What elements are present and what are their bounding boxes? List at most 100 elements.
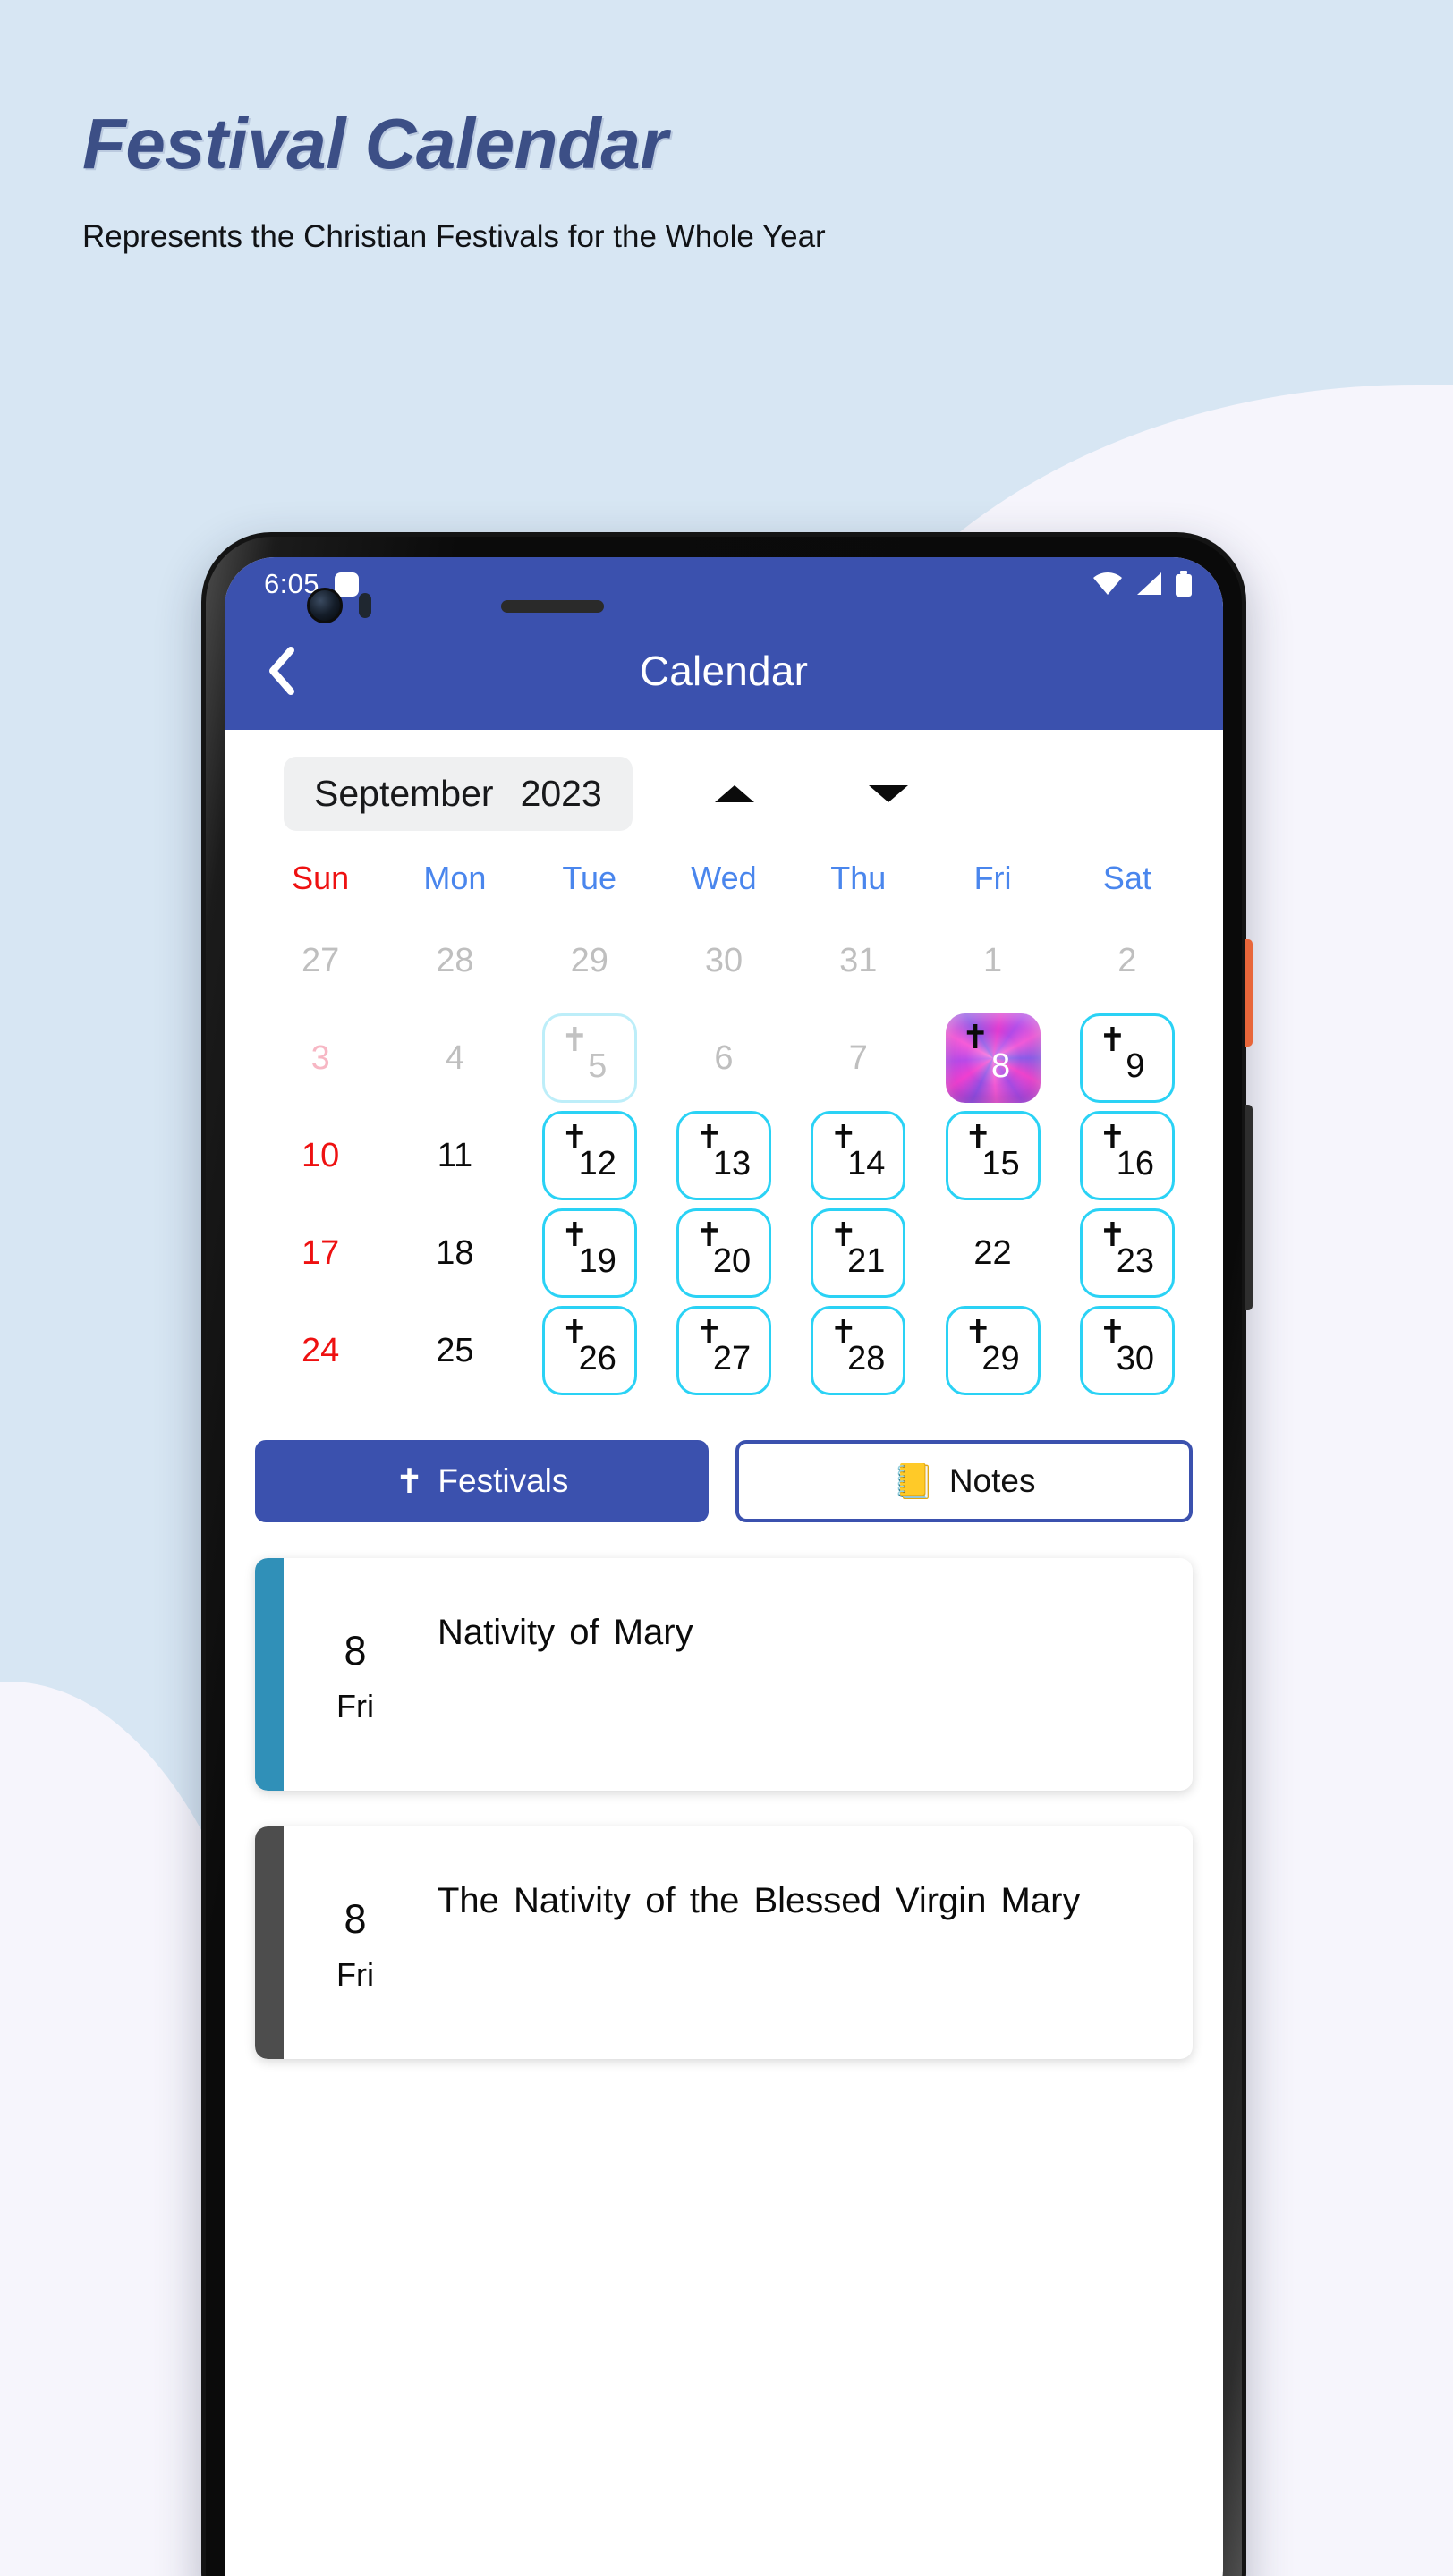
day-box: 22 (946, 1208, 1041, 1298)
promo-header: Festival Calendar Represents the Christi… (82, 107, 1156, 258)
day-cell[interactable]: ✝ 27 (657, 1301, 791, 1399)
day-cell[interactable]: ✝ 5 (523, 1009, 657, 1106)
calendar-panel: September 2023 Sun Mon Tue Wed Thu Fri Sat 27 2… (225, 730, 1223, 1399)
app-bar: Calendar (225, 611, 1223, 730)
card-accent-bar (255, 1826, 284, 2059)
day-cell[interactable]: 30 (657, 911, 791, 1009)
day-box-sunday: 17 (273, 1208, 368, 1298)
day-number: 6 (714, 1038, 734, 1077)
day-number: 9 (1126, 1046, 1145, 1085)
day-cell[interactable]: 18 (387, 1204, 522, 1301)
day-cell[interactable]: ✝ 9 (1060, 1009, 1194, 1106)
day-cell[interactable]: 1 (925, 911, 1059, 1009)
day-number: 2 (1117, 941, 1137, 979)
page-subtitle: Represents the Christian Festivals for t… (82, 218, 826, 254)
day-number: 4 (445, 1038, 464, 1077)
day-number: 3 (310, 1038, 330, 1077)
day-cell[interactable]: ✝ 16 (1060, 1106, 1194, 1204)
day-cell[interactable]: 4 (387, 1009, 522, 1106)
day-cell[interactable]: 11 (387, 1106, 522, 1204)
triangle-down-icon[interactable] (868, 785, 908, 802)
festival-title: The Nativity of the Blessed Virgin Mary (438, 1881, 1081, 1920)
phone-screen: 6:05 Calendar September 2023 Sun Mon Tue… (225, 557, 1223, 2576)
day-box-faded: 3 (273, 1013, 368, 1103)
day-cell[interactable]: 25 (387, 1301, 522, 1399)
power-button[interactable] (1245, 939, 1253, 1046)
day-box-outside-month: 1 (946, 916, 1041, 1005)
weekday-wed: Wed (691, 860, 757, 896)
day-cell[interactable]: 22 (925, 1204, 1059, 1301)
festival-card[interactable]: 8 Fri Nativity of Mary (255, 1558, 1193, 1791)
cross-icon: ✝ (961, 1017, 990, 1056)
day-cell[interactable]: ✝ 28 (791, 1301, 925, 1399)
day-cell[interactable]: 31 (791, 911, 925, 1009)
day-cell[interactable]: ✝ 20 (657, 1204, 791, 1301)
day-number: 17 (302, 1233, 340, 1272)
day-box-festival: ✝ 30 (1079, 1305, 1175, 1395)
page-title: Festival Calendar (82, 104, 668, 183)
day-cell[interactable]: ✝ 21 (791, 1204, 925, 1301)
card-day-number: 8 (344, 1896, 367, 1943)
wifi-icon (1093, 572, 1122, 595)
day-cell[interactable]: 24 (253, 1301, 387, 1399)
day-number: 24 (302, 1331, 340, 1369)
day-box-festival: ✝ 19 (541, 1208, 637, 1298)
card-date-column: 8 Fri (284, 1558, 427, 1791)
day-box-faded: 4 (407, 1013, 502, 1103)
day-number: 12 (578, 1144, 616, 1182)
triangle-up-icon[interactable] (714, 785, 754, 802)
tab-festivals-label: Festivals (438, 1462, 569, 1499)
card-weekday: Fri (336, 1955, 374, 1993)
day-cell[interactable]: 28 (387, 911, 522, 1009)
card-accent-bar (255, 1558, 284, 1791)
day-cell[interactable]: 29 (523, 911, 657, 1009)
tab-notes[interactable]: 📒 Notes (735, 1440, 1193, 1522)
day-cell[interactable]: ✝ 23 (1060, 1204, 1194, 1301)
square-notification-icon (334, 572, 359, 597)
day-cell[interactable]: ✝ 13 (657, 1106, 791, 1204)
day-box-faded: 7 (811, 1013, 905, 1103)
day-number: 23 (1116, 1241, 1154, 1280)
day-cell[interactable]: 6 (657, 1009, 791, 1106)
day-cell[interactable]: 3 (253, 1009, 387, 1106)
day-number: 14 (847, 1144, 886, 1182)
day-box-festival: ✝ 20 (676, 1208, 771, 1298)
day-cell[interactable]: ✝ 8 (925, 1009, 1059, 1106)
day-number: 28 (847, 1339, 886, 1377)
weekday-thu: Thu (830, 860, 887, 896)
day-box-faded: 6 (676, 1013, 771, 1103)
day-box-outside-month: 2 (1080, 916, 1175, 1005)
day-cell[interactable]: 2 (1060, 911, 1194, 1009)
weekday-tue: Tue (562, 860, 617, 896)
card-body: Nativity of Mary (427, 1558, 1193, 1791)
day-number: 26 (578, 1339, 616, 1377)
day-box-outside-month: 27 (273, 916, 368, 1005)
day-cell[interactable]: ✝ 19 (523, 1204, 657, 1301)
day-box: 25 (407, 1306, 502, 1395)
day-cell[interactable]: ✝ 30 (1060, 1301, 1194, 1399)
day-cell[interactable]: 17 (253, 1204, 387, 1301)
day-cell[interactable]: 7 (791, 1009, 925, 1106)
day-cell[interactable]: ✝ 15 (925, 1106, 1059, 1204)
card-date-column: 8 Fri (284, 1826, 427, 2059)
day-cell[interactable]: ✝ 12 (523, 1106, 657, 1204)
day-box-festival-faded: ✝ 5 (541, 1013, 637, 1103)
day-box-outside-month: 31 (811, 916, 905, 1005)
festival-title: Nativity of Mary (438, 1613, 693, 1652)
day-cell[interactable]: ✝ 29 (925, 1301, 1059, 1399)
volume-button[interactable] (1245, 1105, 1253, 1310)
day-cell[interactable]: ✝ 14 (791, 1106, 925, 1204)
tab-notes-label: Notes (948, 1462, 1036, 1499)
day-box-festival: ✝ 23 (1079, 1208, 1175, 1298)
year-label: 2023 (520, 773, 602, 814)
status-icons (1092, 571, 1193, 597)
day-cell[interactable]: 10 (253, 1106, 387, 1204)
tab-festivals[interactable]: ✝ Festivals (255, 1440, 709, 1522)
back-button[interactable] (241, 646, 323, 696)
day-number: 18 (436, 1233, 474, 1272)
day-cell[interactable]: ✝ 26 (523, 1301, 657, 1399)
festival-card[interactable]: 8 Fri The Nativity of the Blessed Virgin M… (255, 1826, 1193, 2059)
day-box-festival: ✝ 14 (811, 1110, 906, 1200)
month-year-pill[interactable]: September 2023 (284, 757, 633, 831)
day-cell[interactable]: 27 (253, 911, 387, 1009)
